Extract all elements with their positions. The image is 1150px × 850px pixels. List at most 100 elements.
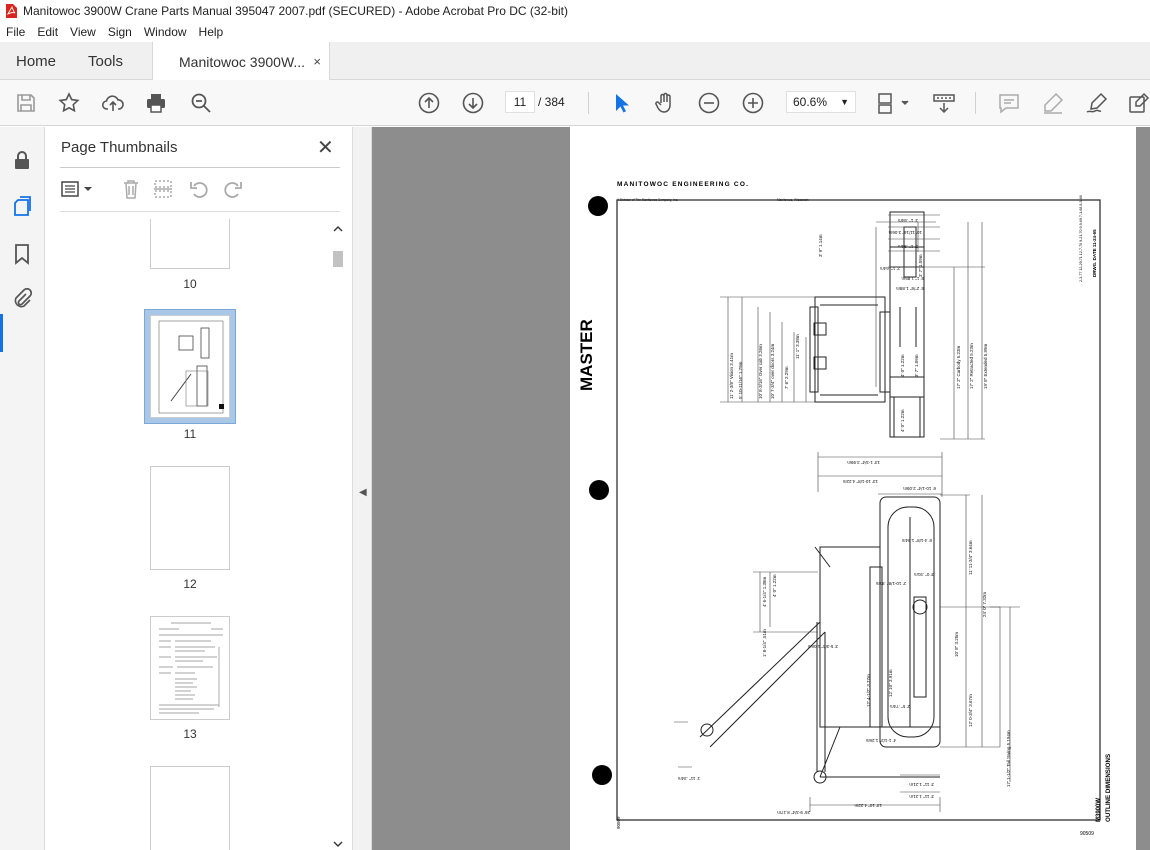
highlight-pen-icon[interactable] (1041, 91, 1065, 115)
toolbar-divider-2 (975, 92, 976, 114)
thumbnail-page-10[interactable] (150, 219, 230, 269)
dim-plan-1-11: 1' 11" .34m (678, 776, 700, 781)
dim-plan-24-0: 24' 0" 7.32m (982, 592, 987, 617)
thumbnail-list: 10 11 12 13 (46, 219, 338, 850)
dim-plan-tail-swing: 17' 1-1/2" Tail Swing 5.194m (1006, 730, 1011, 787)
punch-hole-3 (592, 765, 612, 785)
menu-edit[interactable]: Edit (31, 25, 64, 39)
punch-hole-1 (588, 196, 608, 216)
tab-document[interactable]: Manitowoc 3900W... × (152, 42, 330, 81)
zoom-level-select[interactable]: 60.6% ▼ (786, 91, 856, 113)
dim-3-9: 3' 9" 1.14m (818, 234, 823, 257)
dim-plan-2-5: 2' 5" .74m (890, 704, 910, 709)
thumbnail-scrollbar[interactable] (332, 219, 344, 850)
zoom-search-icon[interactable] (189, 91, 213, 115)
zoom-in-icon[interactable] (741, 91, 765, 115)
dim-plan-13-1: 13' 1-3/4" 3.99m (847, 460, 880, 465)
menu-view[interactable]: View (64, 25, 102, 39)
panel-toolbar (60, 176, 340, 202)
thumbnail-label-11: 11 (183, 427, 197, 441)
zoom-level-value: 60.6% (793, 95, 828, 109)
toolbar-divider (588, 92, 589, 114)
tab-bar: Home Tools Manitowoc 3900W... × (0, 42, 1150, 81)
panel-divider-2 (60, 211, 340, 212)
tab-home[interactable]: Home (16, 42, 56, 80)
dim-plan-4-1: 4' 1-1/2" 1.26m (866, 738, 896, 743)
dim-top-7-6: 7' 6" 2.29m (784, 366, 789, 389)
menu-window[interactable]: Window (138, 25, 193, 39)
dim-plan-3-11: 3' 11" 1.21m (909, 782, 934, 787)
thumbnail-page-14[interactable] (150, 766, 230, 850)
panel-close-icon[interactable]: ✕ (317, 135, 334, 160)
comment-icon[interactable] (997, 91, 1021, 115)
menu-help[interactable]: Help (193, 25, 230, 39)
next-page-icon[interactable] (461, 91, 485, 115)
top-dimension-lines (720, 214, 985, 440)
document-view[interactable]: MANITOWOC ENGINEERING CO. A Division of … (372, 127, 1150, 850)
upload-cloud-icon[interactable] (101, 91, 125, 115)
engineering-drawing: MANITOWOC ENGINEERING CO. A Division of … (577, 181, 1112, 837)
thumbnail-label-12: 12 (183, 577, 197, 591)
select-cursor-icon[interactable] (609, 91, 633, 115)
dim-extended: 19' 8" Extended 5.99m (983, 344, 988, 389)
dim-right-3-7b: 3' 7" 1.09m (918, 254, 923, 277)
zoom-out-icon[interactable] (697, 91, 721, 115)
extract-pages-icon[interactable] (152, 178, 174, 200)
window-title: Manitowoc 3900W Crane Parts Manual 39504… (23, 4, 568, 18)
print-icon[interactable] (144, 91, 168, 115)
thumbnail-text-preview (159, 622, 223, 714)
attachment-paperclip-icon[interactable] (11, 287, 33, 309)
rotate-clockwise-icon[interactable] (222, 178, 244, 200)
previous-page-icon[interactable] (417, 91, 441, 115)
acrobat-pdf-icon (6, 4, 17, 18)
dim-top-5-10: 5' 10-11/16" 1.79m (738, 361, 743, 399)
drawing-company: MANITOWOC ENGINEERING CO. (617, 181, 749, 188)
scroll-mode-icon[interactable] (932, 91, 956, 115)
dim-top-4-0: 4' 0" 1.22m (900, 409, 905, 432)
punch-hole-2 (589, 480, 609, 500)
drawing-number-left: 90509 (616, 816, 621, 829)
thumbnail-page-12[interactable] (150, 466, 230, 570)
thumbnail-label-10: 10 (183, 277, 197, 291)
page-thumbnails-icon[interactable] (11, 195, 33, 217)
plan-dimension-labels: 13' 1-3/4" 3.99m 13' 10-1/8" 4.22m 6' 10… (678, 460, 1011, 815)
bookmark-star-icon[interactable] (57, 91, 81, 115)
thumbnail-options-icon[interactable] (60, 178, 94, 200)
scroll-up-icon[interactable] (332, 223, 344, 235)
edit-pdf-icon[interactable] (1127, 91, 1150, 115)
dim-plan-4-0: 4' 0" 1.22m (772, 574, 777, 597)
bookmark-icon[interactable] (11, 243, 33, 265)
collapse-panel-icon[interactable]: ◀ (359, 487, 367, 498)
tab-close-icon[interactable]: × (313, 54, 321, 69)
panel-title: Page Thumbnails (61, 139, 178, 156)
dim-right-4-0: 4' 0" 1.22m (900, 354, 905, 377)
lock-icon[interactable] (11, 149, 33, 171)
thumbnail-page-11[interactable] (150, 315, 230, 418)
dim-plan-6-10: 6' 10-1/4" 2.09m (903, 486, 936, 491)
scroll-down-icon[interactable] (332, 838, 344, 850)
tab-document-label: Manitowoc 3900W... (179, 53, 306, 70)
menu-file[interactable]: File (0, 25, 31, 39)
rotate-counterclockwise-icon[interactable] (188, 178, 210, 200)
title-bar: Manitowoc 3900W Crane Parts Manual 39504… (0, 0, 1150, 22)
plan-dimension-lines (674, 452, 1020, 812)
page-number-input[interactable]: 11 (505, 91, 535, 113)
page-fit-icon[interactable] (876, 91, 910, 115)
delete-page-icon[interactable] (120, 178, 142, 200)
sign-icon[interactable] (1085, 91, 1109, 115)
menu-bar: File Edit View Sign Window Help (0, 22, 1150, 42)
dim-top-2-1: 2' 1" .64m (880, 266, 900, 271)
hand-tool-icon[interactable] (653, 91, 677, 115)
scrollbar-thumb[interactable] (333, 251, 343, 267)
page-thumbnails-panel: Page Thumbnails ✕ 10 11 12 13 (46, 127, 352, 850)
panel-splitter[interactable]: ◀ (352, 127, 372, 850)
tab-tools[interactable]: Tools (88, 42, 123, 80)
thumbnail-label-13: 13 (183, 727, 197, 741)
save-icon[interactable] (14, 91, 38, 115)
dim-plan-2-10: 2' 10-1/8" .87m (876, 581, 906, 586)
menu-sign[interactable]: Sign (102, 25, 138, 39)
thumbnail-page-13[interactable] (150, 616, 230, 720)
dim-plan-11-11: 11' 11-3/4" 3.64m (968, 540, 973, 575)
dim-plan-10-8: 10' 8" 3.25m (954, 632, 959, 657)
dim-plan-1-8: 1' 8-1/4" .51m (762, 629, 767, 657)
